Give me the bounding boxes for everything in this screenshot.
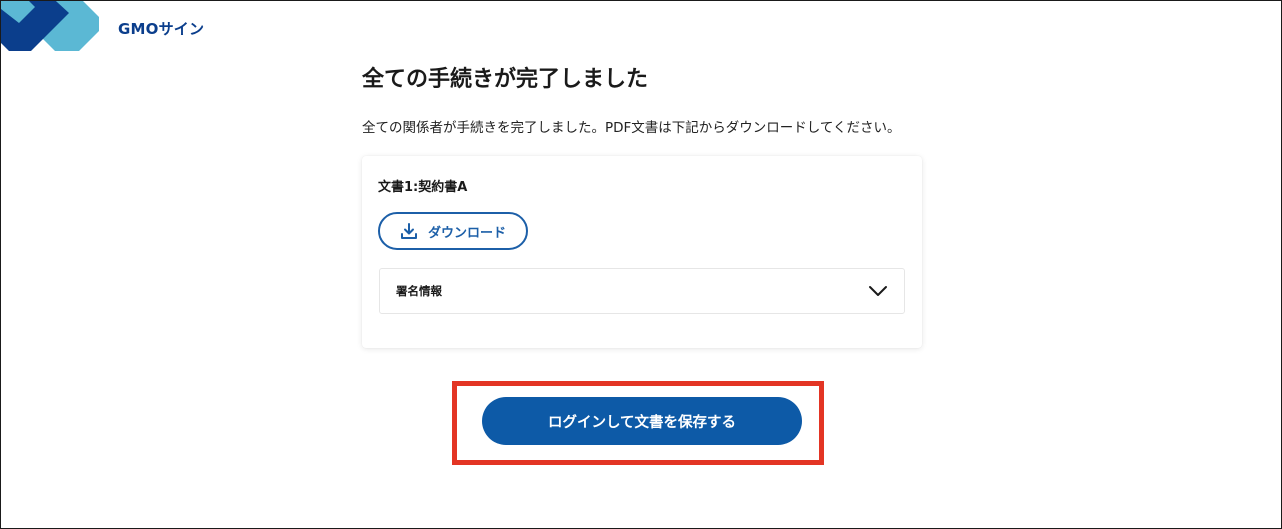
accordion-label: 署名情報 — [396, 284, 442, 298]
login-save-button[interactable]: ログインして文書を保存する — [482, 397, 802, 445]
document-card: 文書1:契約書A ダウンロード 署名情報 — [362, 156, 922, 348]
gmo-logo-icon — [1, 1, 99, 51]
app-window: GMOサイン 全ての手続きが完了しました 全ての関係者が手続きを完了しました。P… — [0, 0, 1282, 529]
chevron-down-icon — [869, 286, 887, 296]
page-description: 全ての関係者が手続きを完了しました。PDF文書は下記からダウンロードしてください… — [362, 120, 901, 136]
download-icon — [400, 223, 417, 239]
download-button[interactable]: ダウンロード — [378, 212, 528, 250]
document-name: 文書1:契約書A — [378, 180, 468, 195]
brand-logo-text: GMOサイン — [118, 20, 205, 38]
page-title: 全ての手続きが完了しました — [362, 67, 649, 92]
signature-info-accordion[interactable]: 署名情報 — [379, 268, 905, 314]
download-button-label: ダウンロード — [427, 225, 506, 241]
